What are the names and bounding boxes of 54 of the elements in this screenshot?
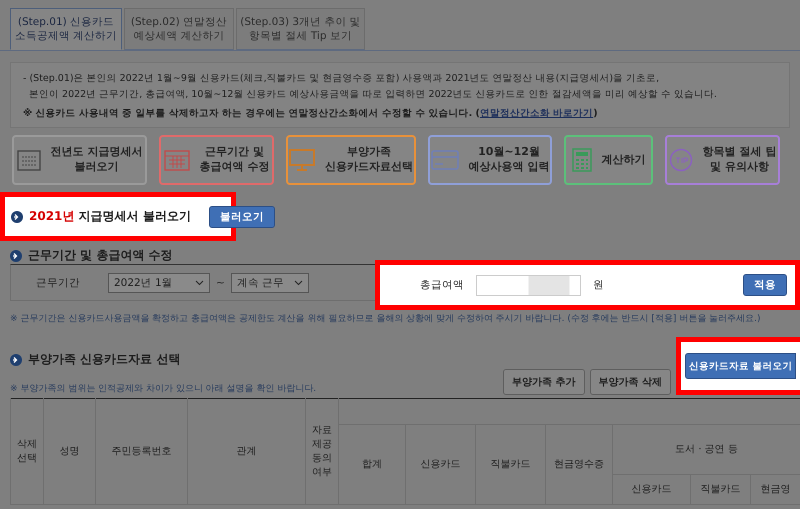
column-header: 삭제 선택 xyxy=(10,398,44,504)
notice-text: 본인이 2022년 근무기간, 총급여액, 10월~12월 신용카드 예상사용금액을 따로 입력하면 2022년도 신용카드로 인한 절감세액을 미리 예상할 수 있습니다. xyxy=(28,88,718,102)
step-tab[interactable]: (Step.01) 신용카드 소득공제액 계산하기 xyxy=(10,8,122,50)
step-label: 항목별 절세 팁 및 유의사항 xyxy=(702,145,776,175)
step-label: 부양가족 신용카드자료선택 xyxy=(325,145,413,175)
tilde-text: ~ xyxy=(216,276,225,288)
column-header: 성명 xyxy=(44,398,96,504)
arrow-bullet-icon xyxy=(11,210,23,222)
column-header: 자료 제공 동의 여부 xyxy=(306,398,338,504)
notice-text: ※ 부양가족의 범위는 인적공제와 차이가 있으니 아래 설명을 확인 바랍니다. xyxy=(9,383,316,395)
period-label: 근무기간 xyxy=(36,276,80,290)
column-header: 관계 xyxy=(188,398,306,504)
unit-text: 원 xyxy=(593,278,604,292)
step-tab[interactable]: (Step.02) 연말정산 예상세액 계산하기 xyxy=(124,8,234,50)
column-header: 신용카드 xyxy=(406,424,476,504)
calculator-icon xyxy=(572,148,592,172)
load-card-data-button[interactable]: 신용카드자료 불러오기 xyxy=(685,353,796,379)
end-select[interactable]: 계속 근무 xyxy=(230,272,309,292)
load-button[interactable]: 불러오기 xyxy=(208,206,275,228)
step-label: 10월~12월 예상사용액 입력 xyxy=(468,145,550,175)
column-header: 직불카드 xyxy=(690,474,750,504)
step-tab[interactable]: (Step.03) 3개년 추이 및 항목별 절세 Tip 보기 xyxy=(236,8,365,50)
notice-text: ※ 근무기간은 신용카드사용금액을 확정하고 총급여액은 공제한도 계산을 위해 필요하므로 올해의 상황에 맞게 수정하여 주시기 바랍니다. (수정 후에는 반드시 [적용] 버튼을 눌러주세요.) xyxy=(9,313,762,325)
calendar-icon xyxy=(16,149,41,171)
card-icon xyxy=(430,150,459,170)
tip-icon xyxy=(668,148,693,172)
column-header: 주민등록번호 xyxy=(96,398,188,504)
step-label: 전년도 지급명세서 불러오기 xyxy=(50,145,142,175)
arrow-bullet-icon xyxy=(10,354,22,366)
calendar-icon xyxy=(164,149,190,171)
start-select[interactable]: 2022년 1월 xyxy=(108,272,210,292)
apply-button[interactable]: 적용 xyxy=(743,274,787,296)
section-title: 2021년 지급명세서 불러오기 xyxy=(29,208,191,225)
step-label: 근무기간 및 총급여액 수정 xyxy=(200,145,270,175)
step-label: 계산하기 xyxy=(602,152,646,168)
column-header: 도서 · 공연 등 xyxy=(612,424,800,474)
column-header: 현금영수증 xyxy=(546,424,612,504)
column-header: 합계 xyxy=(338,424,406,504)
caret-icon xyxy=(294,280,303,286)
section-title: 근무기간 및 총급여액 수정 xyxy=(28,247,173,264)
section-title: 부양가족 신용카드자료 선택 xyxy=(28,351,180,368)
delete-dependent-button[interactable]: 부양가족 삭제 xyxy=(590,369,671,395)
column-header: 신용카드 xyxy=(612,474,690,504)
add-dependent-button[interactable]: 부양가족 추가 xyxy=(503,369,585,395)
shortcut-link[interactable]: 연말정산간소화 바로가기 xyxy=(480,108,594,119)
column-header: 현금영 xyxy=(750,474,800,504)
monitor-icon xyxy=(289,149,315,171)
salary-field[interactable] xyxy=(476,274,581,296)
salary-label: 총급여액 xyxy=(420,278,464,292)
column-header: 직불카드 xyxy=(476,424,546,504)
notice-text: - (Step.01)은 본인의 2022년 1월~9월 신용카드(체크,직불카드 및 현금영수증 포함) 사용액과 2021년도 연말정산 내용(지급명세서)을 기초로, xyxy=(23,72,660,86)
notice-text: ※ 신용카드 사용내역 중 일부를 삭제하고자 하는 경우에는 연말정산간소화에서 수정할 수 있습니다. (연말정산간소화 바로가기) xyxy=(23,107,599,121)
caret-icon xyxy=(195,280,204,286)
arrow-bullet-icon xyxy=(10,250,22,262)
